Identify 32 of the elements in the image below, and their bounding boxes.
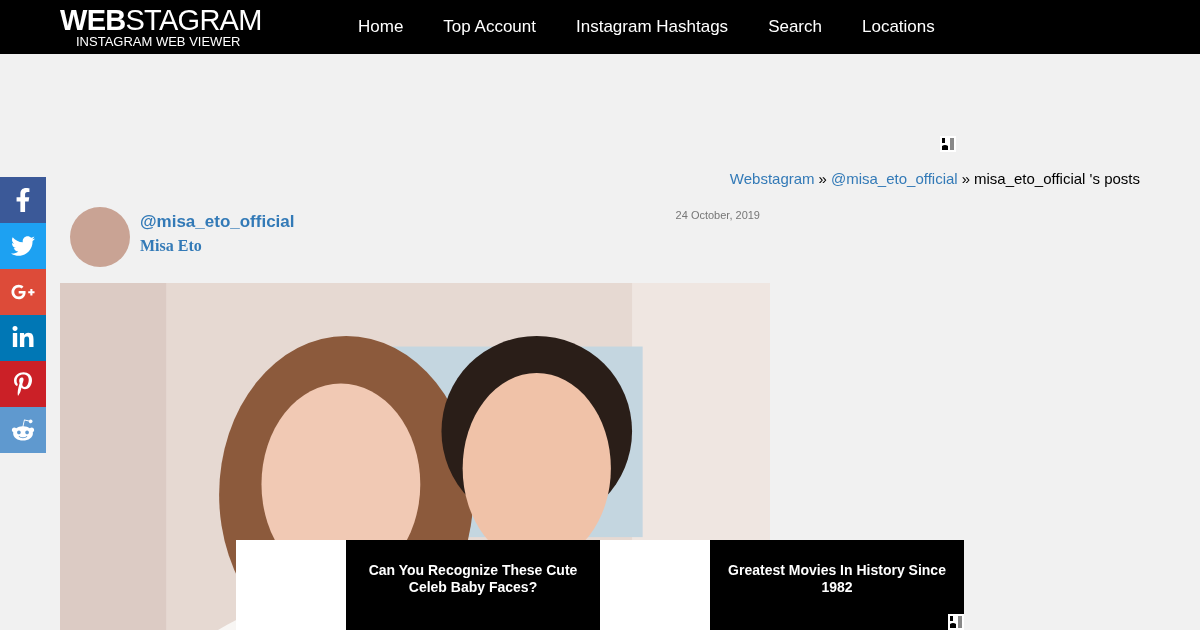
share-button[interactable] — [0, 361, 46, 407]
logo-wordmark: WEBSTAGRAM — [60, 6, 260, 35]
full-name: Misa Eto — [140, 236, 203, 256]
bird-icon — [11, 234, 35, 258]
ad-title: Greatest Movies In History Since 1982 — [727, 562, 947, 596]
breadcrumb-separator: » — [961, 169, 970, 189]
breadcrumb-link[interactable]: @misa_eto_official — [830, 168, 958, 191]
reddit-alien-icon — [11, 418, 35, 442]
nav-link[interactable]: Top Account — [423, 14, 556, 40]
breadcrumb-separator: » — [818, 169, 827, 189]
nav-link[interactable]: Instagram Hashtags — [556, 14, 749, 40]
username-link[interactable]: @misa_eto_official — [140, 208, 295, 234]
pinterest-icon — [11, 372, 35, 396]
share-button[interactable] — [0, 177, 46, 223]
site-logo[interactable]: WEBSTAGRAM INSTAGRAM WEB VIEWER — [60, 6, 260, 48]
ad-card[interactable]: Greatest Movies In History Since 1982 — [710, 540, 964, 630]
ad-card[interactable]: Can You Recognize These Cute Celeb Baby Faces? — [346, 540, 600, 630]
ad-badge-icon — [948, 614, 964, 630]
post-date: 24 October, 2019 — [675, 207, 760, 223]
ad-badge-icon — [940, 136, 956, 152]
share-button[interactable] — [0, 407, 46, 453]
share-button[interactable] — [0, 269, 46, 315]
breadcrumb-link[interactable]: Webstagram — [729, 168, 815, 191]
share-button[interactable] — [0, 315, 46, 361]
nav-link[interactable]: Home — [338, 14, 424, 40]
nav-link[interactable]: Locations — [842, 14, 955, 40]
logo-tagline: INSTAGRAM WEB VIEWER — [76, 35, 242, 48]
share-button[interactable] — [0, 223, 46, 269]
breadcrumb-current: misa_eto_official 's posts — [974, 169, 1140, 189]
nav-link[interactable]: Search — [748, 14, 842, 40]
ad-title: Can You Recognize These Cute Celeb Baby Faces? — [367, 562, 579, 596]
linkedin-icon — [11, 326, 35, 350]
